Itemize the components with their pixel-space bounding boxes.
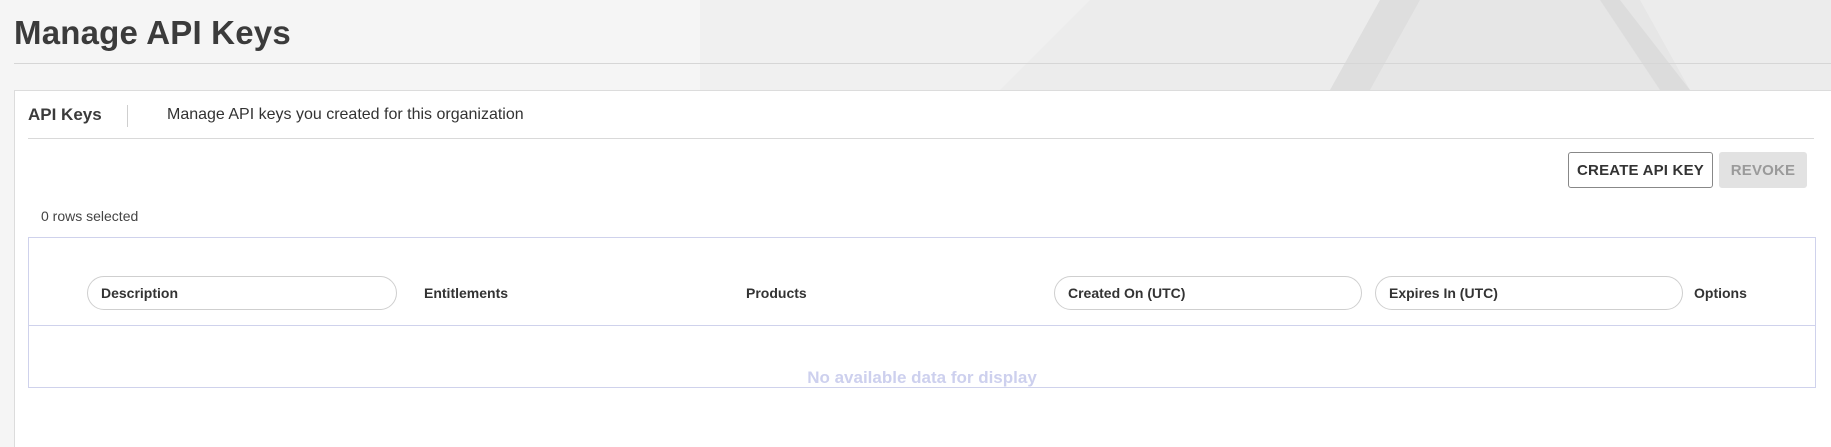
api-keys-panel: API Keys Manage API keys you created for…	[14, 90, 1831, 447]
column-header-options: Options	[1694, 285, 1747, 301]
panel-header: API Keys Manage API keys you created for…	[28, 91, 1814, 139]
column-header-expires-in[interactable]: Expires In (UTC)	[1389, 285, 1498, 301]
revoke-button[interactable]: REVOKE	[1719, 152, 1807, 188]
api-keys-table: Description Entitlements Products Create…	[28, 237, 1816, 388]
create-api-key-button[interactable]: CREATE API KEY	[1568, 152, 1713, 188]
header-separator	[127, 105, 128, 127]
panel-description: Manage API keys you created for this org…	[167, 106, 524, 123]
column-header-created-on[interactable]: Created On (UTC)	[1068, 285, 1185, 301]
title-divider	[14, 63, 1831, 64]
table-header: Description Entitlements Products Create…	[29, 238, 1815, 326]
rows-selected-status: 0 rows selected	[41, 208, 139, 224]
column-header-products[interactable]: Products	[746, 285, 807, 301]
panel-title: API Keys	[28, 105, 102, 124]
page-title: Manage API Keys	[14, 14, 291, 51]
empty-table-message: No available data for display	[807, 368, 1037, 387]
column-header-description[interactable]: Description	[101, 285, 178, 301]
column-header-entitlements[interactable]: Entitlements	[424, 285, 508, 301]
